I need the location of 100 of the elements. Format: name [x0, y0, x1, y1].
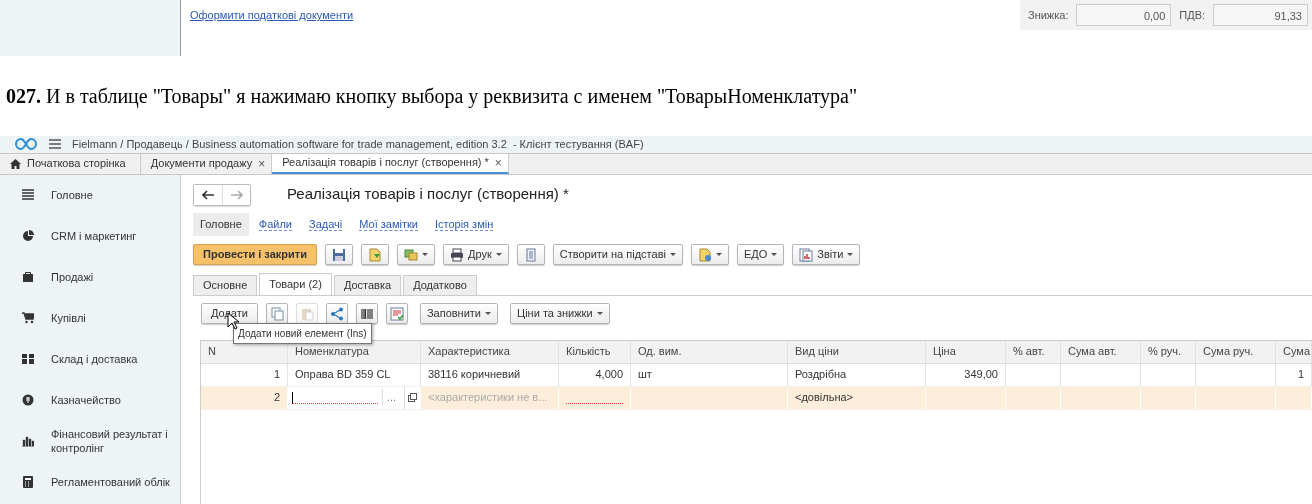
window-tab[interactable]: Початкова сторінка: [0, 153, 141, 174]
menu-button[interactable]: Друк: [442, 244, 509, 265]
caret-icon: [485, 312, 492, 315]
back-arrow-icon: [202, 189, 214, 200]
icon-button[interactable]: [324, 244, 353, 265]
menu-button[interactable]: Створити на підставі: [552, 244, 683, 265]
choice-button[interactable]: ...: [381, 389, 400, 406]
form-tab[interactable]: Додатково: [403, 274, 477, 295]
caret-icon: [771, 253, 778, 256]
forward-arrow-icon: [230, 189, 243, 200]
form-nav-link[interactable]: Задачі: [302, 212, 350, 237]
sidebar-item[interactable]: Продажі: [51, 270, 177, 284]
caret-icon: [715, 253, 722, 256]
icon-button[interactable]: [385, 303, 408, 324]
paste-icon: [299, 306, 314, 321]
form-tab[interactable]: Товари (2): [259, 272, 332, 295]
column-header[interactable]: Характеристика: [421, 340, 559, 363]
column-header[interactable]: Сума авт.: [1061, 340, 1141, 363]
form-nav-link[interactable]: Головне: [193, 212, 249, 237]
pie-chart-icon: [22, 230, 34, 242]
table-cell: 4,000: [559, 363, 631, 386]
sidebar-item[interactable]: Склад і доставка: [51, 352, 177, 366]
column-header[interactable]: Сума: [1276, 340, 1312, 363]
save-icon: [331, 247, 346, 262]
form-tab[interactable]: Основне: [193, 274, 258, 295]
discount-field[interactable]: 0,00: [1076, 4, 1172, 26]
list-icon: [523, 247, 538, 262]
back-button[interactable]: [194, 184, 222, 205]
form-nav-link[interactable]: Файли: [251, 212, 299, 237]
vat-field[interactable]: 91,33: [1213, 4, 1308, 26]
post-and-close-button[interactable]: Провести і закрити: [193, 244, 317, 265]
caret-icon: [495, 253, 502, 256]
sidebar-item[interactable]: Головне: [51, 188, 177, 202]
icon-button[interactable]: [265, 303, 288, 324]
window-tab[interactable]: Реалізація товарів і послуг (створення) * ×: [272, 153, 509, 174]
table-cell: 349,00: [926, 363, 1006, 386]
sidebar-item[interactable]: Купівлі: [51, 311, 177, 325]
menu-icon[interactable]: [48, 138, 62, 151]
logo-icon: [14, 137, 38, 152]
document-icon: [367, 247, 382, 262]
close-icon[interactable]: ×: [258, 154, 266, 173]
coin-icon: [22, 394, 34, 406]
sidebar-item[interactable]: Казначейство: [51, 393, 177, 407]
menu-button[interactable]: ЕДО: [736, 244, 785, 265]
open-icon[interactable]: [408, 393, 417, 402]
icon-button[interactable]: [325, 303, 348, 324]
menu-button[interactable]: Заповнити: [419, 303, 499, 324]
field-label: Знижка:: [1028, 7, 1069, 23]
tree-icon: [329, 306, 344, 321]
column-header[interactable]: Сума руч.: [1196, 340, 1276, 363]
copy-icon: [269, 306, 284, 321]
table-cell: Роздрібна: [788, 363, 926, 386]
form-nav-link[interactable]: Мої замітки: [352, 212, 425, 237]
table-cell: шт: [631, 363, 788, 386]
placeholder-text: <характеристики не в...: [421, 386, 559, 409]
table-cell: Оправа BD 359 CL: [288, 363, 421, 386]
column-header[interactable]: Кількість: [559, 340, 631, 363]
cart-icon: [22, 312, 34, 324]
caret-icon: [669, 253, 676, 256]
list-icon: [22, 189, 34, 201]
field-label: ПДВ:: [1179, 7, 1206, 23]
document-icon: [697, 247, 712, 262]
table-cell: 1: [1276, 363, 1312, 386]
window-title: Fielmann / Продавець / Business automation software for trade management, edition 3.2 - Клієнт тестування (BAF): [72, 137, 644, 152]
icon-button[interactable]: [360, 244, 389, 265]
column-header[interactable]: % авт.: [1006, 340, 1061, 363]
link[interactable]: Оформити податкові документи: [190, 7, 354, 24]
row-number: 1: [201, 363, 288, 386]
table-icon: [389, 306, 404, 321]
barcode-icon: [359, 306, 374, 321]
home-icon: [10, 158, 21, 169]
icon-button[interactable]: [355, 303, 378, 324]
menu-button[interactable]: Звіти: [792, 244, 861, 265]
sidebar-item[interactable]: Регламентований облік: [51, 475, 177, 489]
printer-icon: [449, 247, 464, 262]
step-text: 027. И в таблице "Товары" я нажимаю кнопку выбора у реквизита с именем "ТоварыНоменклатура": [6, 84, 858, 110]
documents-icon: [403, 247, 418, 262]
grid-icon: [22, 353, 34, 365]
caret-icon: [596, 312, 603, 315]
input-field[interactable]: [292, 391, 378, 404]
caret-icon: [847, 253, 854, 256]
icon-button[interactable]: [690, 244, 729, 265]
column-header[interactable]: Од. вим.: [631, 340, 788, 363]
close-icon[interactable]: ×: [494, 153, 502, 172]
form-nav-link[interactable]: Історія змін: [427, 212, 501, 237]
column-header[interactable]: Ціна: [926, 340, 1006, 363]
icon-button[interactable]: [396, 244, 435, 265]
column-header[interactable]: Вид ціни: [788, 340, 926, 363]
table-cell: <довільна>: [788, 386, 926, 409]
sidebar-item[interactable]: CRM і маркетинг: [51, 229, 177, 243]
tooltip: Додати новий елемент (Ins): [233, 322, 372, 344]
calculator-icon: [22, 476, 34, 488]
menu-button[interactable]: Ціни та знижки: [510, 303, 610, 324]
caret-icon: [421, 253, 428, 256]
table-cell: 38116 коричневий: [421, 363, 559, 386]
form-tab[interactable]: Доставка: [333, 274, 402, 295]
sidebar-item[interactable]: Фінансовий результат і контролінг: [51, 427, 177, 455]
column-header[interactable]: % руч.: [1141, 340, 1196, 363]
report-icon: [799, 247, 814, 262]
bag-icon: [22, 271, 34, 283]
